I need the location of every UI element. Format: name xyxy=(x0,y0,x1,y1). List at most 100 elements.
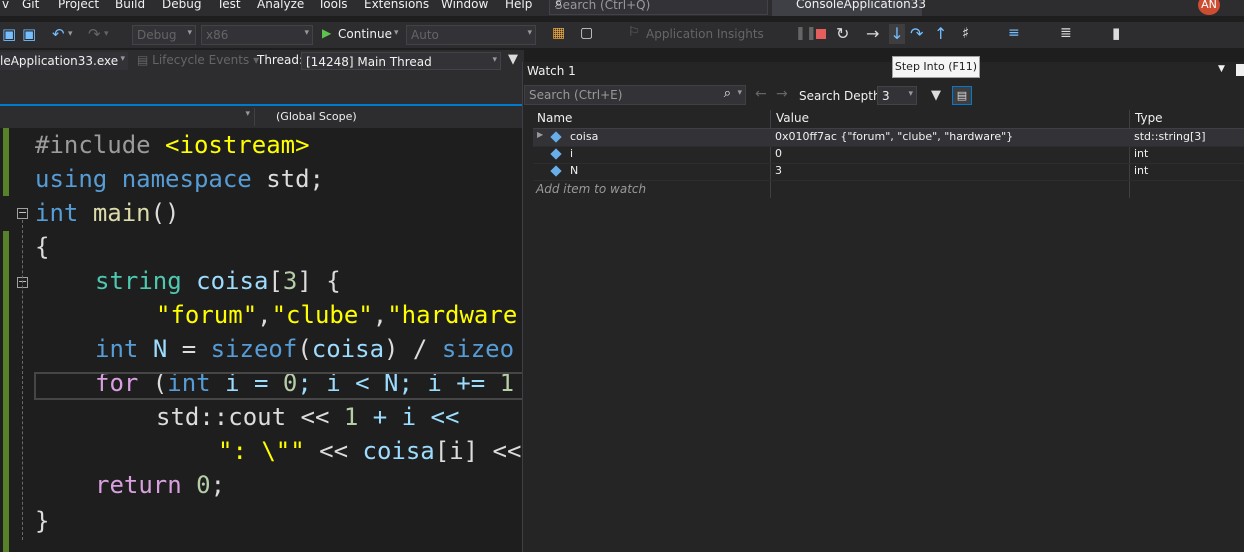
thread-label: Thread: xyxy=(257,53,304,67)
filter-icon[interactable]: ▼ xyxy=(508,52,518,67)
play-icon: ▶ xyxy=(322,26,332,40)
auto-select[interactable]: Auto ▾ xyxy=(406,25,536,45)
search-back-icon[interactable]: ← xyxy=(755,86,767,102)
pin-icon[interactable] xyxy=(1236,64,1244,76)
code-text: ) / xyxy=(384,335,442,363)
global-scope-select[interactable]: (Global Scope) xyxy=(276,110,357,123)
configuration-select[interactable]: Debug ▾ xyxy=(132,25,196,45)
thread-select[interactable]: [14248] Main Thread ▾ xyxy=(301,52,501,70)
column-header-type[interactable]: Type xyxy=(1135,111,1163,125)
process-select[interactable]: leApplication33.exe ▾ xyxy=(0,52,128,70)
identifier: coisa xyxy=(311,335,385,363)
step-into-icon[interactable]: ↓ xyxy=(889,24,905,44)
string-literal: "hardware xyxy=(387,301,518,329)
save-icon[interactable]: ▣ xyxy=(2,25,16,43)
menu-item-debug[interactable]: Debug xyxy=(162,0,201,11)
code-editor[interactable]: − − #include <iostream> using namespace … xyxy=(0,128,524,552)
watch-row[interactable]: ▶ coisa 0x010ff7ac {"forum", "clube", "h… xyxy=(533,129,1244,147)
stop-icon[interactable] xyxy=(816,29,826,39)
expand-arrow-icon[interactable]: ▶ xyxy=(537,130,543,139)
string-literal: "clube" xyxy=(271,301,373,329)
menu-item-git[interactable]: Git xyxy=(22,0,39,11)
step-over-icon[interactable]: ↷ xyxy=(910,24,923,43)
hot-reload-icon[interactable]: ▦ xyxy=(552,25,565,41)
chevron-down-icon: ▾ xyxy=(304,28,309,38)
bookmark-icon[interactable]: ▮ xyxy=(1112,24,1120,42)
watch-window-title[interactable]: Watch 1 xyxy=(527,64,576,78)
chevron-down-icon: ▾ xyxy=(492,55,497,65)
watch-row-value[interactable]: 0x010ff7ac {"forum", "clube", "hardware"… xyxy=(775,130,1013,143)
column-header-value[interactable]: Value xyxy=(776,111,809,125)
step-out-icon[interactable]: ↑ xyxy=(934,24,947,43)
menu-item-tools[interactable]: Tools xyxy=(318,0,348,11)
menu-item-window[interactable]: Window xyxy=(441,0,488,11)
view-raw-icon[interactable]: ▤ xyxy=(952,86,972,105)
hex-display-icon[interactable]: ♯ xyxy=(962,24,969,42)
code-text: } xyxy=(35,507,50,535)
watch-row[interactable]: i 0 int xyxy=(533,146,1244,164)
watch-search-placeholder: Search (Ctrl+E) xyxy=(529,88,623,102)
global-search-input[interactable]: Search (Ctrl+Q) ⌕ xyxy=(549,0,768,15)
collapse-icon[interactable]: − xyxy=(17,207,28,219)
code-text: + i << xyxy=(358,403,460,431)
variable-icon xyxy=(550,165,562,177)
type-name: string xyxy=(95,267,182,295)
menu-item-view[interactable]: v xyxy=(2,0,9,11)
add-watch-item-field[interactable]: Add item to watch xyxy=(536,182,646,196)
code-line-1: #include <iostream> xyxy=(35,128,310,162)
chevron-down-icon: ▾ xyxy=(527,28,532,38)
change-indicator xyxy=(3,231,9,552)
watch-row-name: N xyxy=(570,164,579,177)
comment-icon[interactable]: ≣ xyxy=(1060,25,1072,41)
code-line-9: std::cout << 1 + i << xyxy=(156,400,459,434)
watch-search-input[interactable]: Search (Ctrl+E) ⌕ ▾ xyxy=(524,85,746,105)
platform-select[interactable]: x86 ▾ xyxy=(201,25,313,45)
code-line-2: using namespace std; xyxy=(35,162,324,196)
pin-filter-icon[interactable]: ▼ xyxy=(931,88,941,103)
pause-icon[interactable]: ❚❚ xyxy=(795,26,817,41)
menu-item-build[interactable]: Build xyxy=(115,0,145,11)
undo-icon[interactable]: ↶ xyxy=(52,25,65,43)
code-text: () xyxy=(150,199,180,227)
insights-icon[interactable]: ⚐ xyxy=(628,25,640,40)
column-header-name[interactable]: Name xyxy=(537,111,572,125)
application-insights-label[interactable]: Application Insights xyxy=(646,27,764,41)
thread-icon[interactable]: ≡ xyxy=(1008,25,1020,41)
camera-icon[interactable]: ▢ xyxy=(580,25,593,41)
search-depth-select[interactable]: 3 ▾ xyxy=(877,86,917,105)
menu-item-analyze[interactable]: Analyze xyxy=(257,0,304,11)
window-menu-icon[interactable]: ▼ xyxy=(1218,64,1225,74)
show-next-statement-icon[interactable]: → xyxy=(866,24,879,43)
code-text: std::cout << xyxy=(156,403,344,431)
current-line-highlight xyxy=(34,372,524,400)
undo-dropdown-icon[interactable]: ▾ xyxy=(68,25,73,43)
continue-button[interactable]: ▶ Continue ▾ xyxy=(318,26,404,44)
project-scope-select[interactable]: ▾ xyxy=(0,108,255,126)
chevron-down-icon: ▾ xyxy=(737,88,742,98)
redo-dropdown-icon[interactable]: ▾ xyxy=(104,25,109,43)
watch-row-value[interactable]: 3 xyxy=(775,164,782,177)
redo-icon[interactable]: ↷ xyxy=(88,25,101,43)
fold-guide xyxy=(22,220,24,540)
menu-item-project[interactable]: Project xyxy=(58,0,99,11)
chevron-down-icon: ▾ xyxy=(245,109,250,119)
menu-item-help[interactable]: Help xyxy=(505,0,532,11)
code-text: << xyxy=(304,437,363,465)
code-text: , xyxy=(257,301,272,329)
process-value: leApplication33.exe xyxy=(0,54,119,68)
document-tab-strip xyxy=(0,72,524,104)
search-forward-icon[interactable]: → xyxy=(776,86,788,102)
menu-item-extensions[interactable]: Extensions xyxy=(364,0,429,11)
search-icon: ⌕ xyxy=(723,86,731,101)
menu-item-test[interactable]: Test xyxy=(217,0,241,11)
watch-row-type: int xyxy=(1134,164,1149,177)
search-depth-value: 3 xyxy=(882,89,890,103)
watch-row[interactable]: N 3 int xyxy=(533,163,1244,181)
save-all-icon[interactable]: ▣ xyxy=(22,25,36,43)
watch-row-value[interactable]: 0 xyxy=(775,147,782,160)
lifecycle-events-button[interactable]: ▤ Lifecycle Events ▾ xyxy=(137,53,259,67)
code-text: ; xyxy=(210,471,226,499)
code-line-5: string coisa[3] { xyxy=(95,264,341,298)
code-text: [i] << xyxy=(434,437,522,465)
restart-icon[interactable]: ↻ xyxy=(836,24,849,43)
